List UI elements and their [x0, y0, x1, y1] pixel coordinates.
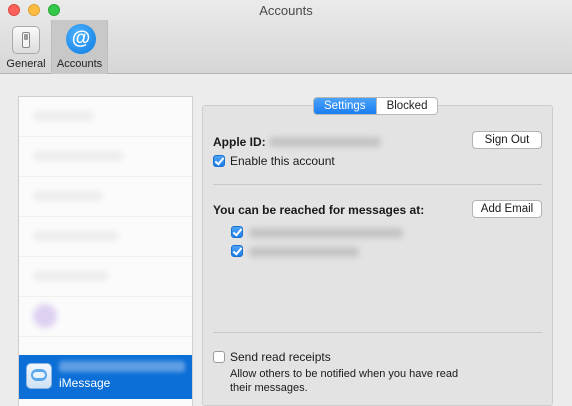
account-settings-panel: Apple ID: Sign Out Enable this account Y…: [202, 105, 553, 406]
window-title: Accounts: [259, 3, 313, 18]
read-receipts-label: Send read receipts: [230, 350, 331, 364]
switch-icon: [12, 26, 40, 54]
apple-id-label: Apple ID:: [213, 135, 266, 149]
toolbar-accounts-tab[interactable]: @ Accounts: [51, 20, 108, 74]
account-name-redacted: [59, 361, 185, 372]
account-row-redacted[interactable]: [19, 137, 192, 177]
tab-settings[interactable]: Settings: [314, 98, 376, 114]
divider: [213, 184, 542, 185]
reach-address-redacted: [249, 247, 359, 257]
reach-label: You can be reached for messages at:: [213, 203, 425, 217]
title-bar: Accounts General @ Accounts: [0, 0, 572, 74]
account-type-label: iMessage: [59, 376, 111, 390]
account-row-imessage[interactable]: iMessage: [19, 355, 192, 399]
at-sign-icon: @: [66, 24, 96, 54]
toolbar-general-label: General: [6, 58, 46, 70]
reach-address-checkbox[interactable]: [231, 245, 243, 257]
messages-icon: [26, 363, 52, 389]
enable-account-label: Enable this account: [230, 154, 335, 168]
read-receipts-checkbox[interactable]: [213, 351, 225, 363]
apple-id-value-redacted: [269, 137, 381, 147]
toolbar-general-tab[interactable]: General: [2, 20, 50, 74]
sign-out-button[interactable]: Sign Out: [472, 131, 542, 149]
add-email-button[interactable]: Add Email: [472, 200, 542, 218]
account-row-redacted[interactable]: [19, 177, 192, 217]
enable-account-checkbox[interactable]: [213, 155, 225, 167]
tab-blocked[interactable]: Blocked: [375, 98, 438, 114]
accounts-list[interactable]: iMessage: [18, 96, 193, 406]
reach-address-redacted: [249, 228, 403, 238]
read-receipts-hint: Allow others to be notified when you hav…: [230, 368, 459, 394]
reach-address-checkbox[interactable]: [231, 226, 243, 238]
account-row-redacted[interactable]: [19, 297, 192, 337]
account-row-redacted[interactable]: [19, 257, 192, 297]
divider: [213, 332, 542, 333]
account-row-redacted[interactable]: [19, 97, 192, 137]
settings-tab-control: Settings Blocked: [313, 97, 439, 115]
toolbar-accounts-label: Accounts: [56, 58, 103, 70]
account-row-redacted[interactable]: [19, 217, 192, 257]
